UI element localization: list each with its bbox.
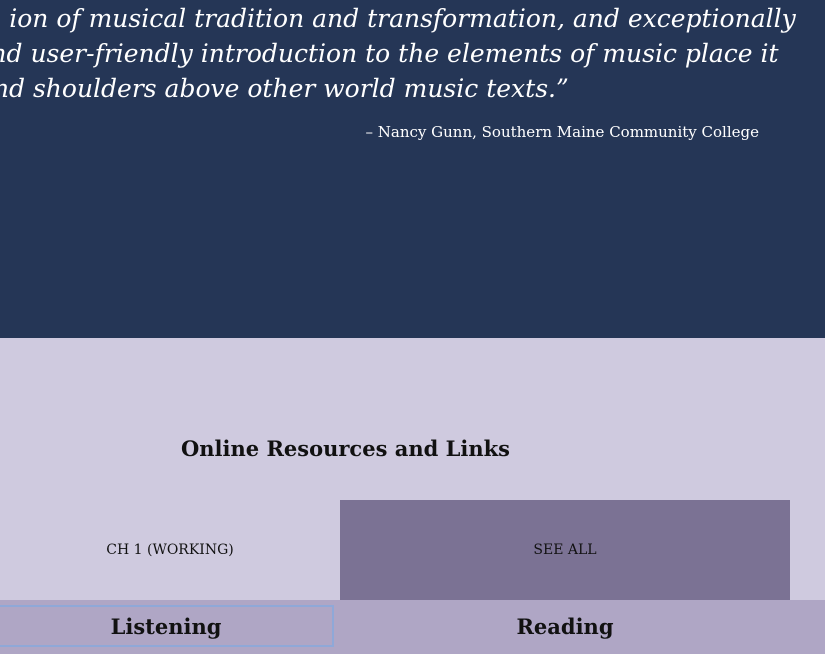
ch1-working-label: CH 1 (WORKING)	[106, 542, 234, 558]
testimonial-section: ion of musical tradition and transformat…	[0, 0, 825, 338]
ch1-working-button[interactable]: CH 1 (WORKING)	[0, 500, 340, 600]
see-all-label: SEE ALL	[533, 542, 597, 558]
see-all-button[interactable]: SEE ALL	[340, 500, 790, 600]
tab-listening-label: Listening	[110, 613, 222, 639]
testimonial-quote-line: head and shoulders above other world mus…	[0, 74, 569, 103]
testimonial-quote-line: ion of musical tradition and transformat…	[9, 4, 796, 33]
online-resources-section: Online Resources and Links CH 1 (WORKING…	[0, 338, 825, 654]
resource-tabs: Listening Reading	[0, 600, 825, 654]
tab-listening[interactable]: Listening	[0, 605, 334, 647]
online-resources-title: Online Resources and Links	[181, 436, 510, 461]
tab-reading[interactable]: Reading	[340, 605, 790, 647]
tab-reading-label: Reading	[516, 613, 614, 639]
testimonial-attribution: – Nancy Gunn, Southern Maine Community C…	[365, 123, 759, 141]
testimonial-quote-line: nd user-friendly introduction to the ele…	[0, 39, 779, 68]
